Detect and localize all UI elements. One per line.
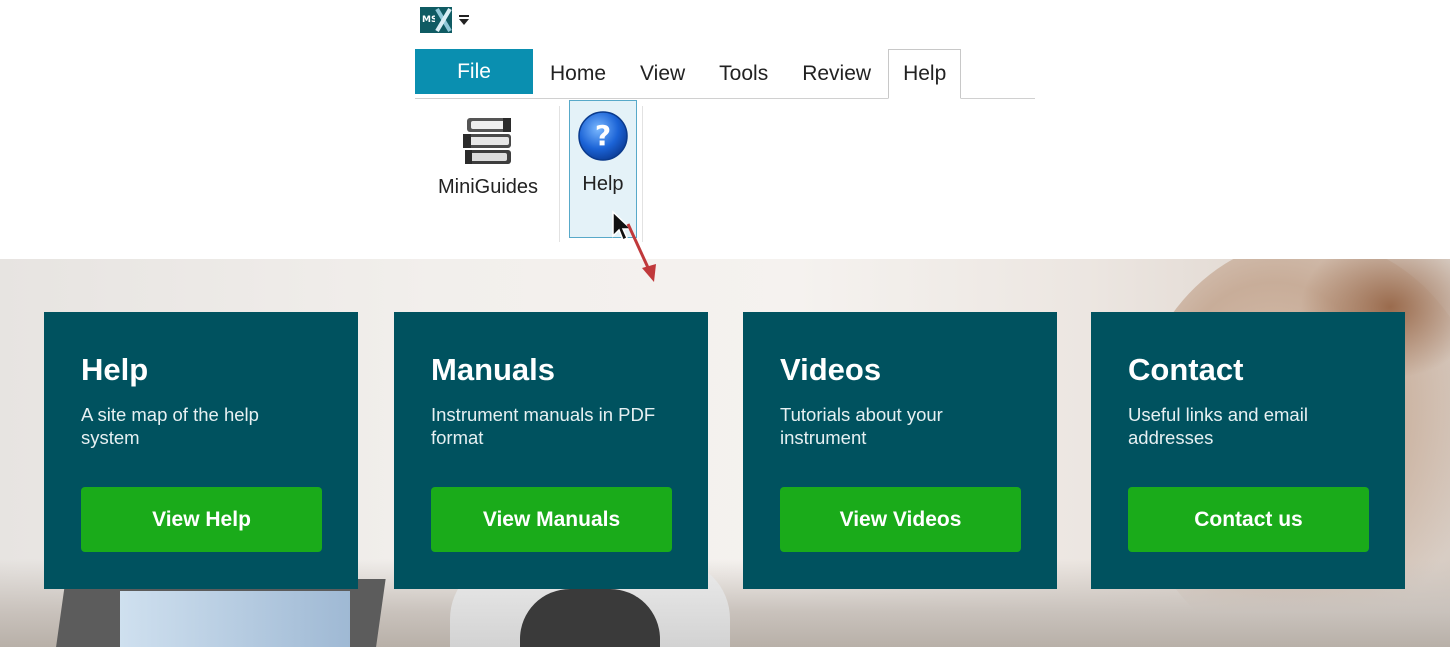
app-logo[interactable]: MS bbox=[420, 7, 452, 33]
tab-home[interactable]: Home bbox=[533, 49, 623, 98]
contact-card-title: Contact bbox=[1128, 352, 1244, 387]
annotation-arrow-icon bbox=[626, 223, 656, 282]
manuals-card-description: Instrument manuals in PDF format bbox=[431, 404, 656, 448]
tab-tools[interactable]: Tools bbox=[702, 49, 785, 98]
books-icon bbox=[457, 104, 519, 174]
videos-card-description: Tutorials about your instrument bbox=[780, 404, 943, 448]
miniguides-label: MiniGuides bbox=[437, 176, 539, 198]
manuals-card-title: Manuals bbox=[431, 352, 556, 387]
contact-us-button[interactable]: Contact us bbox=[1128, 487, 1369, 552]
help-card-title: Help bbox=[81, 352, 149, 387]
ribbon-tabs: File Home View Tools Review Help bbox=[415, 49, 1035, 99]
help-label: Help bbox=[582, 173, 624, 195]
svg-text:?: ? bbox=[595, 119, 611, 152]
app-logo-x-icon bbox=[435, 7, 452, 33]
question-icon: ? bbox=[577, 101, 629, 171]
help-card: Help A site map of the help system View … bbox=[44, 312, 358, 589]
tab-help[interactable]: Help bbox=[888, 49, 962, 99]
miniguides-button[interactable]: MiniGuides bbox=[424, 104, 552, 234]
tab-review[interactable]: Review bbox=[785, 49, 888, 98]
videos-card-title: Videos bbox=[780, 352, 882, 387]
tab-view[interactable]: View bbox=[623, 49, 702, 98]
contact-card: Contact Useful links and email addresses… bbox=[1091, 312, 1405, 589]
view-videos-button[interactable]: View Videos bbox=[780, 487, 1021, 552]
help-card-description: A site map of the help system bbox=[81, 404, 259, 448]
quick-access-toolbar: MS bbox=[420, 6, 472, 34]
contact-card-description: Useful links and email addresses bbox=[1128, 404, 1308, 448]
background-screen bbox=[120, 591, 350, 647]
ribbon-separator bbox=[559, 106, 560, 242]
view-manuals-button[interactable]: View Manuals bbox=[431, 487, 672, 552]
videos-card: Videos Tutorials about your instrument V… bbox=[743, 312, 1057, 589]
manuals-card: Manuals Instrument manuals in PDF format… bbox=[394, 312, 708, 589]
background-instrument-dark bbox=[520, 589, 660, 647]
view-help-button[interactable]: View Help bbox=[81, 487, 322, 552]
screen: MS File Home View Tools Review Help Mini… bbox=[0, 0, 1450, 647]
customize-toolbar-dropdown-icon[interactable] bbox=[456, 10, 472, 30]
tab-file[interactable]: File bbox=[415, 49, 533, 94]
